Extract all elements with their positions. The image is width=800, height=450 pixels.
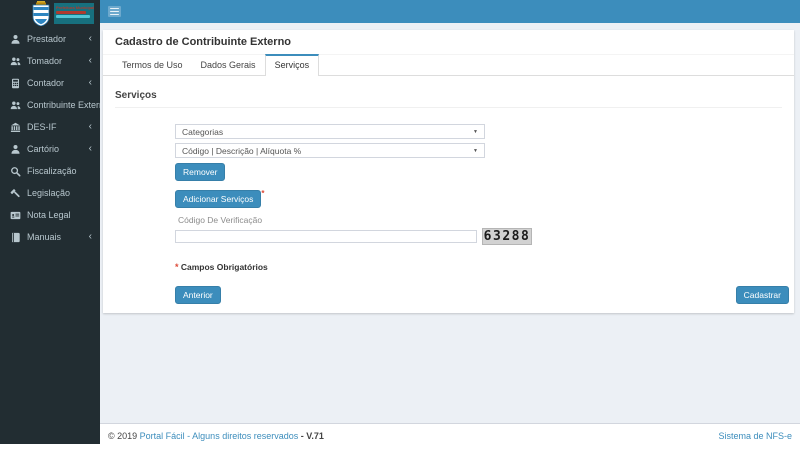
chevron-left-icon: ‹ <box>89 232 92 242</box>
top-navbar <box>100 0 800 23</box>
portal-facil-link[interactable]: Portal Fácil - Alguns direitos reservado… <box>140 431 299 441</box>
footer-left: © 2019 Portal Fácil - Alguns direitos re… <box>108 431 324 441</box>
sidebar-item-tomador[interactable]: Tomador ‹ <box>0 50 100 72</box>
app-logo[interactable]: Prefeitura Municipal <box>0 0 100 26</box>
logo-text-line <box>56 11 86 14</box>
sidebar-item-des-if[interactable]: DES-IF ‹ <box>0 116 100 138</box>
bank-icon <box>10 121 22 133</box>
sidebar-item-legislacao[interactable]: Legislação <box>0 182 100 204</box>
add-services-button[interactable]: Adicionar Serviços <box>175 190 261 208</box>
logo-org-name: Prefeitura Municipal <box>56 5 92 10</box>
sidebar-item-label: Contribuinte Externo <box>27 100 109 110</box>
categories-select[interactable]: Categorias ▼ <box>175 124 485 139</box>
sidebar-item-label: DES-IF <box>27 122 57 132</box>
search-icon <box>10 165 22 177</box>
chevron-down-icon: ▼ <box>473 129 478 135</box>
sidebar-item-label: Tomador <box>27 56 62 66</box>
page-title: Cadastro de Contribuinte Externo <box>103 30 794 55</box>
sidebar-item-label: Manuais <box>27 232 61 242</box>
sidebar-item-label: Cartório <box>27 144 59 154</box>
sidebar-menu: Prestador ‹ Tomador ‹ Contador ‹ Contrib… <box>0 28 100 248</box>
logo-text-line <box>56 15 90 18</box>
chevron-left-icon: ‹ <box>89 122 92 132</box>
sidebar-item-contador[interactable]: Contador ‹ <box>0 72 100 94</box>
services-select[interactable]: Código | Descrição | Alíquota % ▼ <box>175 143 485 158</box>
tab-dados-gerais[interactable]: Dados Gerais <box>192 54 265 75</box>
gavel-icon <box>10 187 22 199</box>
tab-termos-de-uso[interactable]: Termos de Uso <box>113 54 192 75</box>
previous-button[interactable]: Anterior <box>175 286 221 304</box>
categories-select-value: Categorias <box>182 127 223 137</box>
calculator-icon <box>10 77 22 89</box>
required-fields-note: * Campos Obrigatórios <box>175 262 794 272</box>
users-icon <box>10 55 22 67</box>
registration-panel: Cadastro de Contribuinte Externo Termos … <box>103 30 794 313</box>
chevron-down-icon: ▼ <box>473 148 478 154</box>
book-icon <box>10 231 22 243</box>
verification-row: 63288 <box>175 228 794 245</box>
sidebar-item-cartorio[interactable]: Cartório ‹ <box>0 138 100 160</box>
services-select-value: Código | Descrição | Alíquota % <box>182 146 301 156</box>
required-fields-text: Campos Obrigatórios <box>179 262 268 272</box>
user-icon <box>10 33 22 45</box>
coat-of-arms-icon <box>30 1 52 26</box>
id-card-icon <box>10 209 22 221</box>
system-nfse-link[interactable]: Sistema de NFS-e <box>718 431 792 441</box>
sidebar-item-label: Contador <box>27 78 64 88</box>
sidebar-item-label: Fiscalização <box>27 166 77 176</box>
sidebar-item-manuais[interactable]: Manuais ‹ <box>0 226 100 248</box>
submit-button[interactable]: Cadastrar <box>736 286 789 304</box>
sidebar-item-label: Nota Legal <box>27 210 71 220</box>
verification-input[interactable] <box>175 230 477 243</box>
user-icon <box>10 143 22 155</box>
section-title: Serviços <box>115 90 782 108</box>
chevron-left-icon: ‹ <box>89 144 92 154</box>
chevron-left-icon: ‹ <box>89 34 92 44</box>
logo-text-block: Prefeitura Municipal <box>54 3 94 24</box>
sidebar-item-prestador[interactable]: Prestador ‹ <box>0 28 100 50</box>
hamburger-menu-icon[interactable] <box>108 6 121 17</box>
sidebar-item-contribuinte-externo[interactable]: Contribuinte Externo ‹ <box>0 94 100 116</box>
tab-servicos[interactable]: Serviços <box>265 54 320 76</box>
chevron-left-icon: ‹ <box>89 56 92 66</box>
remove-button[interactable]: Remover <box>175 163 225 181</box>
tab-bar: Termos de Uso Dados Gerais Serviços <box>103 55 794 76</box>
content-area: Cadastro de Contribuinte Externo Termos … <box>100 23 800 423</box>
page-footer: © 2019 Portal Fácil - Alguns direitos re… <box>100 423 800 450</box>
chevron-left-icon: ‹ <box>89 78 92 88</box>
add-services-row: Adicionar Serviços* <box>175 189 794 208</box>
captcha-image: 63288 <box>482 228 532 245</box>
sidebar: Prefeitura Municipal Prestador ‹ Tomador… <box>0 0 100 444</box>
verification-code-label: Código De Verificação <box>175 215 794 225</box>
sidebar-item-label: Legislação <box>27 188 70 198</box>
sidebar-item-label: Prestador <box>27 34 66 44</box>
version-text: - V.71 <box>298 431 324 441</box>
required-asterisk: * <box>261 189 264 198</box>
copyright-text: © 2019 <box>108 431 140 441</box>
sidebar-item-fiscalizacao[interactable]: Fiscalização <box>0 160 100 182</box>
sidebar-item-nota-legal[interactable]: Nota Legal <box>0 204 100 226</box>
users-icon <box>10 99 22 111</box>
services-form: Categorias ▼ Código | Descrição | Alíquo… <box>175 124 794 272</box>
